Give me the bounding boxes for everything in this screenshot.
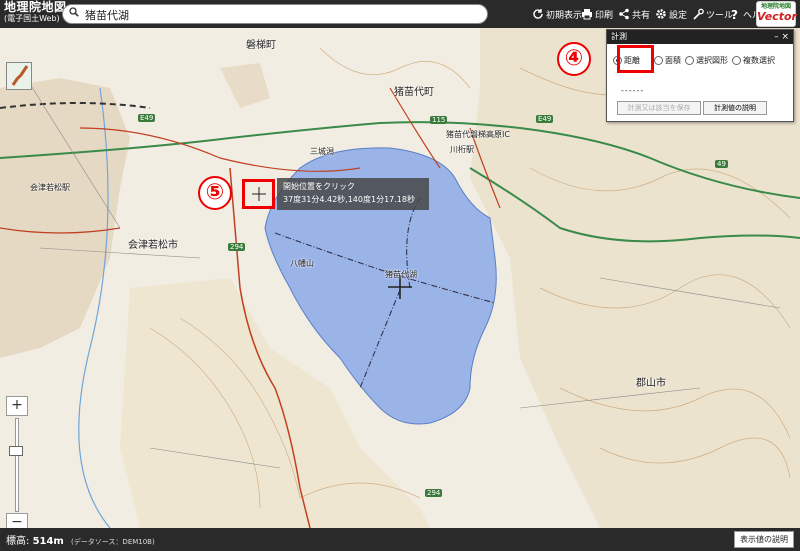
measure-panel-header: 計測 – × (607, 30, 793, 44)
label-route-49: 49 (715, 160, 728, 168)
label-aizuwakamatsu-city: 会津若松市 (128, 240, 178, 251)
japan-map-icon (7, 63, 31, 89)
tools-button[interactable]: ツール (692, 7, 733, 21)
label-inawashiro-town: 猪苗代町 (394, 87, 434, 98)
measure-explain-button[interactable]: 計測値の説明 (703, 101, 767, 115)
save-measure-button[interactable]: 計測又は該当を保存 (617, 101, 701, 115)
map-overview-thumbnail[interactable] (6, 62, 32, 90)
zoom-in-button[interactable]: + (6, 396, 28, 416)
measure-panel-title: 計測 (611, 32, 627, 41)
reset-view-label: 初期表示 (546, 10, 583, 21)
measure-panel: 計測 – × 距離 面積 選択図形 複数選択 ------ 計測又は該当を保存 … (606, 29, 794, 122)
label-route-294: 294 (228, 243, 246, 251)
elevation-source: (データソース：DEM10B) (71, 538, 155, 546)
label-inawashiro-ic: 猪苗代磐梯高原IC (446, 130, 510, 139)
distance-option-highlight (617, 45, 654, 73)
help-icon: ? (731, 8, 738, 20)
vector-badge-main: Vector (757, 10, 797, 23)
radio-area[interactable] (654, 56, 663, 65)
print-button[interactable]: 印刷 (581, 7, 613, 21)
settings-button[interactable]: 設定 (655, 7, 687, 21)
zoom-control: + − (6, 396, 28, 528)
label-kawahigashi-station: 川桁駅 (450, 145, 474, 154)
tooltip-instruction: 開始位置をクリック (283, 182, 355, 191)
print-label: 印刷 (595, 10, 614, 21)
refresh-icon (533, 9, 543, 19)
tooltip-coordinates: 37度31分4.42秒,140度1分17.18秒 (283, 195, 415, 204)
elevation-readout: 標高: 514m (データソース：DEM10B) (6, 532, 155, 547)
top-toolbar: 地理院地図 (電子国土Web) 猪苗代湖 初期表示 印刷 共有 設定 ツール ?… (0, 0, 800, 28)
mode-area-label: 面積 (665, 56, 681, 65)
zoom-slider-handle[interactable] (9, 446, 23, 456)
label-senjo: 三城潟 (310, 147, 334, 156)
label-route-115: 115 (430, 116, 448, 124)
search-input[interactable]: 猪苗代湖 (85, 7, 129, 23)
mode-selected-shape-label: 選択図形 (696, 56, 728, 65)
elevation-label: 標高: (6, 536, 30, 547)
mode-area[interactable]: 面積 (654, 55, 681, 66)
zoom-slider-track[interactable] (15, 418, 19, 512)
label-aizuwakamatsu-station: 会津若松駅 (30, 183, 70, 192)
reset-view-button[interactable]: 初期表示 (532, 7, 582, 21)
cursor-crosshair-icon (252, 187, 266, 201)
logo-title: 地理院地図 (4, 0, 67, 14)
radio-multi-select[interactable] (732, 56, 741, 65)
measure-result: ------ (621, 86, 645, 95)
mode-multi-select-label: 複数選択 (743, 56, 775, 65)
share-label: 共有 (632, 10, 651, 21)
label-route-e49-east: E49 (536, 115, 554, 123)
search-icon (69, 7, 79, 17)
panel-window-controls[interactable]: – × (774, 30, 789, 44)
search-box[interactable]: 猪苗代湖 (62, 4, 488, 24)
share-icon (619, 8, 629, 20)
label-route-294-south: 294 (425, 489, 443, 497)
label-hoshiyama: 八幡山 (290, 259, 314, 268)
svg-text:?: ? (731, 8, 738, 20)
vector-badge[interactable]: 地理院地図 Vector (756, 1, 797, 27)
mode-multi-select[interactable]: 複数選択 (732, 55, 775, 66)
gear-icon (656, 9, 666, 19)
print-icon (582, 9, 592, 20)
status-bar: 標高: 514m (データソース：DEM10B) 表示値の説明 (0, 528, 800, 551)
label-route-e49: E49 (138, 114, 156, 122)
label-bandai-town: 磐梯町 (246, 40, 276, 51)
logo-subtitle: (電子国土Web) (4, 14, 60, 23)
elevation-value: 514m (32, 536, 64, 547)
settings-label: 設定 (669, 10, 688, 21)
radio-selected-shape[interactable] (685, 56, 694, 65)
measure-tooltip: 開始位置をクリック 37度31分4.42秒,140度1分17.18秒 (277, 178, 429, 210)
share-button[interactable]: 共有 (618, 7, 650, 21)
label-lake-inawashiro: 猪苗代湖 (385, 270, 417, 279)
display-value-explain-button[interactable]: 表示値の説明 (734, 531, 794, 548)
mode-selected-shape[interactable]: 選択図形 (685, 55, 728, 66)
step-4-marker: ④ (557, 42, 591, 76)
app-logo[interactable]: 地理院地図 (電子国土Web) (4, 0, 67, 24)
label-koriyama-city: 郡山市 (636, 378, 666, 389)
zoom-out-button[interactable]: − (6, 513, 28, 528)
step-5-marker: ⑤ (198, 176, 232, 210)
tool-icon (693, 8, 704, 20)
